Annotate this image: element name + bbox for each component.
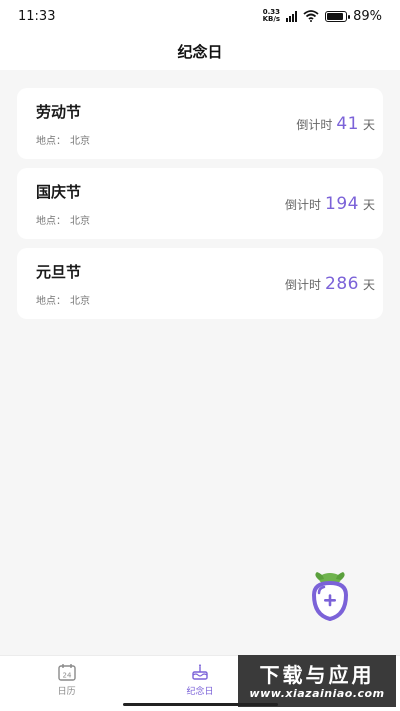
add-anniversary-button[interactable] bbox=[305, 571, 355, 627]
status-time: 11:33 bbox=[18, 8, 56, 24]
page-title: 纪念日 bbox=[0, 32, 400, 70]
watermark: 下载与应用 www.xiazainiao.com bbox=[238, 655, 396, 707]
event-location: 地点： 北京 bbox=[36, 295, 90, 307]
countdown: 倒计时 286 天 bbox=[285, 273, 375, 294]
countdown: 倒计时 41 天 bbox=[296, 113, 375, 134]
event-card[interactable]: 劳动节 地点： 北京 倒计时 41 天 bbox=[17, 88, 383, 159]
event-name: 劳动节 bbox=[36, 102, 82, 121]
status-icons: 0.33 KB/s 89% bbox=[263, 9, 382, 24]
status-bar: 11:33 0.33 KB/s 89% bbox=[0, 0, 400, 32]
event-card[interactable]: 国庆节 地点： 北京 倒计时 194 天 bbox=[17, 168, 383, 239]
battery-percent: 89% bbox=[353, 8, 382, 24]
nav-item-calendar[interactable]: 24 日历 bbox=[0, 656, 133, 711]
home-indicator bbox=[123, 703, 278, 706]
battery-icon bbox=[325, 10, 351, 22]
wifi-icon bbox=[303, 10, 319, 22]
event-card[interactable]: 元旦节 地点： 北京 倒计时 286 天 bbox=[17, 248, 383, 319]
countdown: 倒计时 194 天 bbox=[285, 193, 375, 214]
countdown-days: 41 bbox=[336, 113, 359, 134]
svg-text:24: 24 bbox=[62, 672, 71, 680]
cake-icon bbox=[192, 664, 208, 680]
network-speed: 0.33 KB/s bbox=[262, 8, 281, 23]
signal-icon bbox=[286, 10, 298, 22]
anniversary-list: 劳动节 地点： 北京 倒计时 41 天 国庆节 地点： 北京 倒计时 194 天 元… bbox=[17, 88, 383, 328]
calendar-icon: 24 bbox=[57, 664, 76, 681]
event-location: 地点： 北京 bbox=[36, 135, 90, 147]
countdown-days: 194 bbox=[325, 193, 359, 214]
event-name: 国庆节 bbox=[36, 182, 82, 201]
radish-add-icon bbox=[311, 572, 349, 622]
event-name: 元旦节 bbox=[36, 262, 82, 281]
countdown-days: 286 bbox=[325, 273, 359, 294]
event-location: 地点： 北京 bbox=[36, 215, 90, 227]
